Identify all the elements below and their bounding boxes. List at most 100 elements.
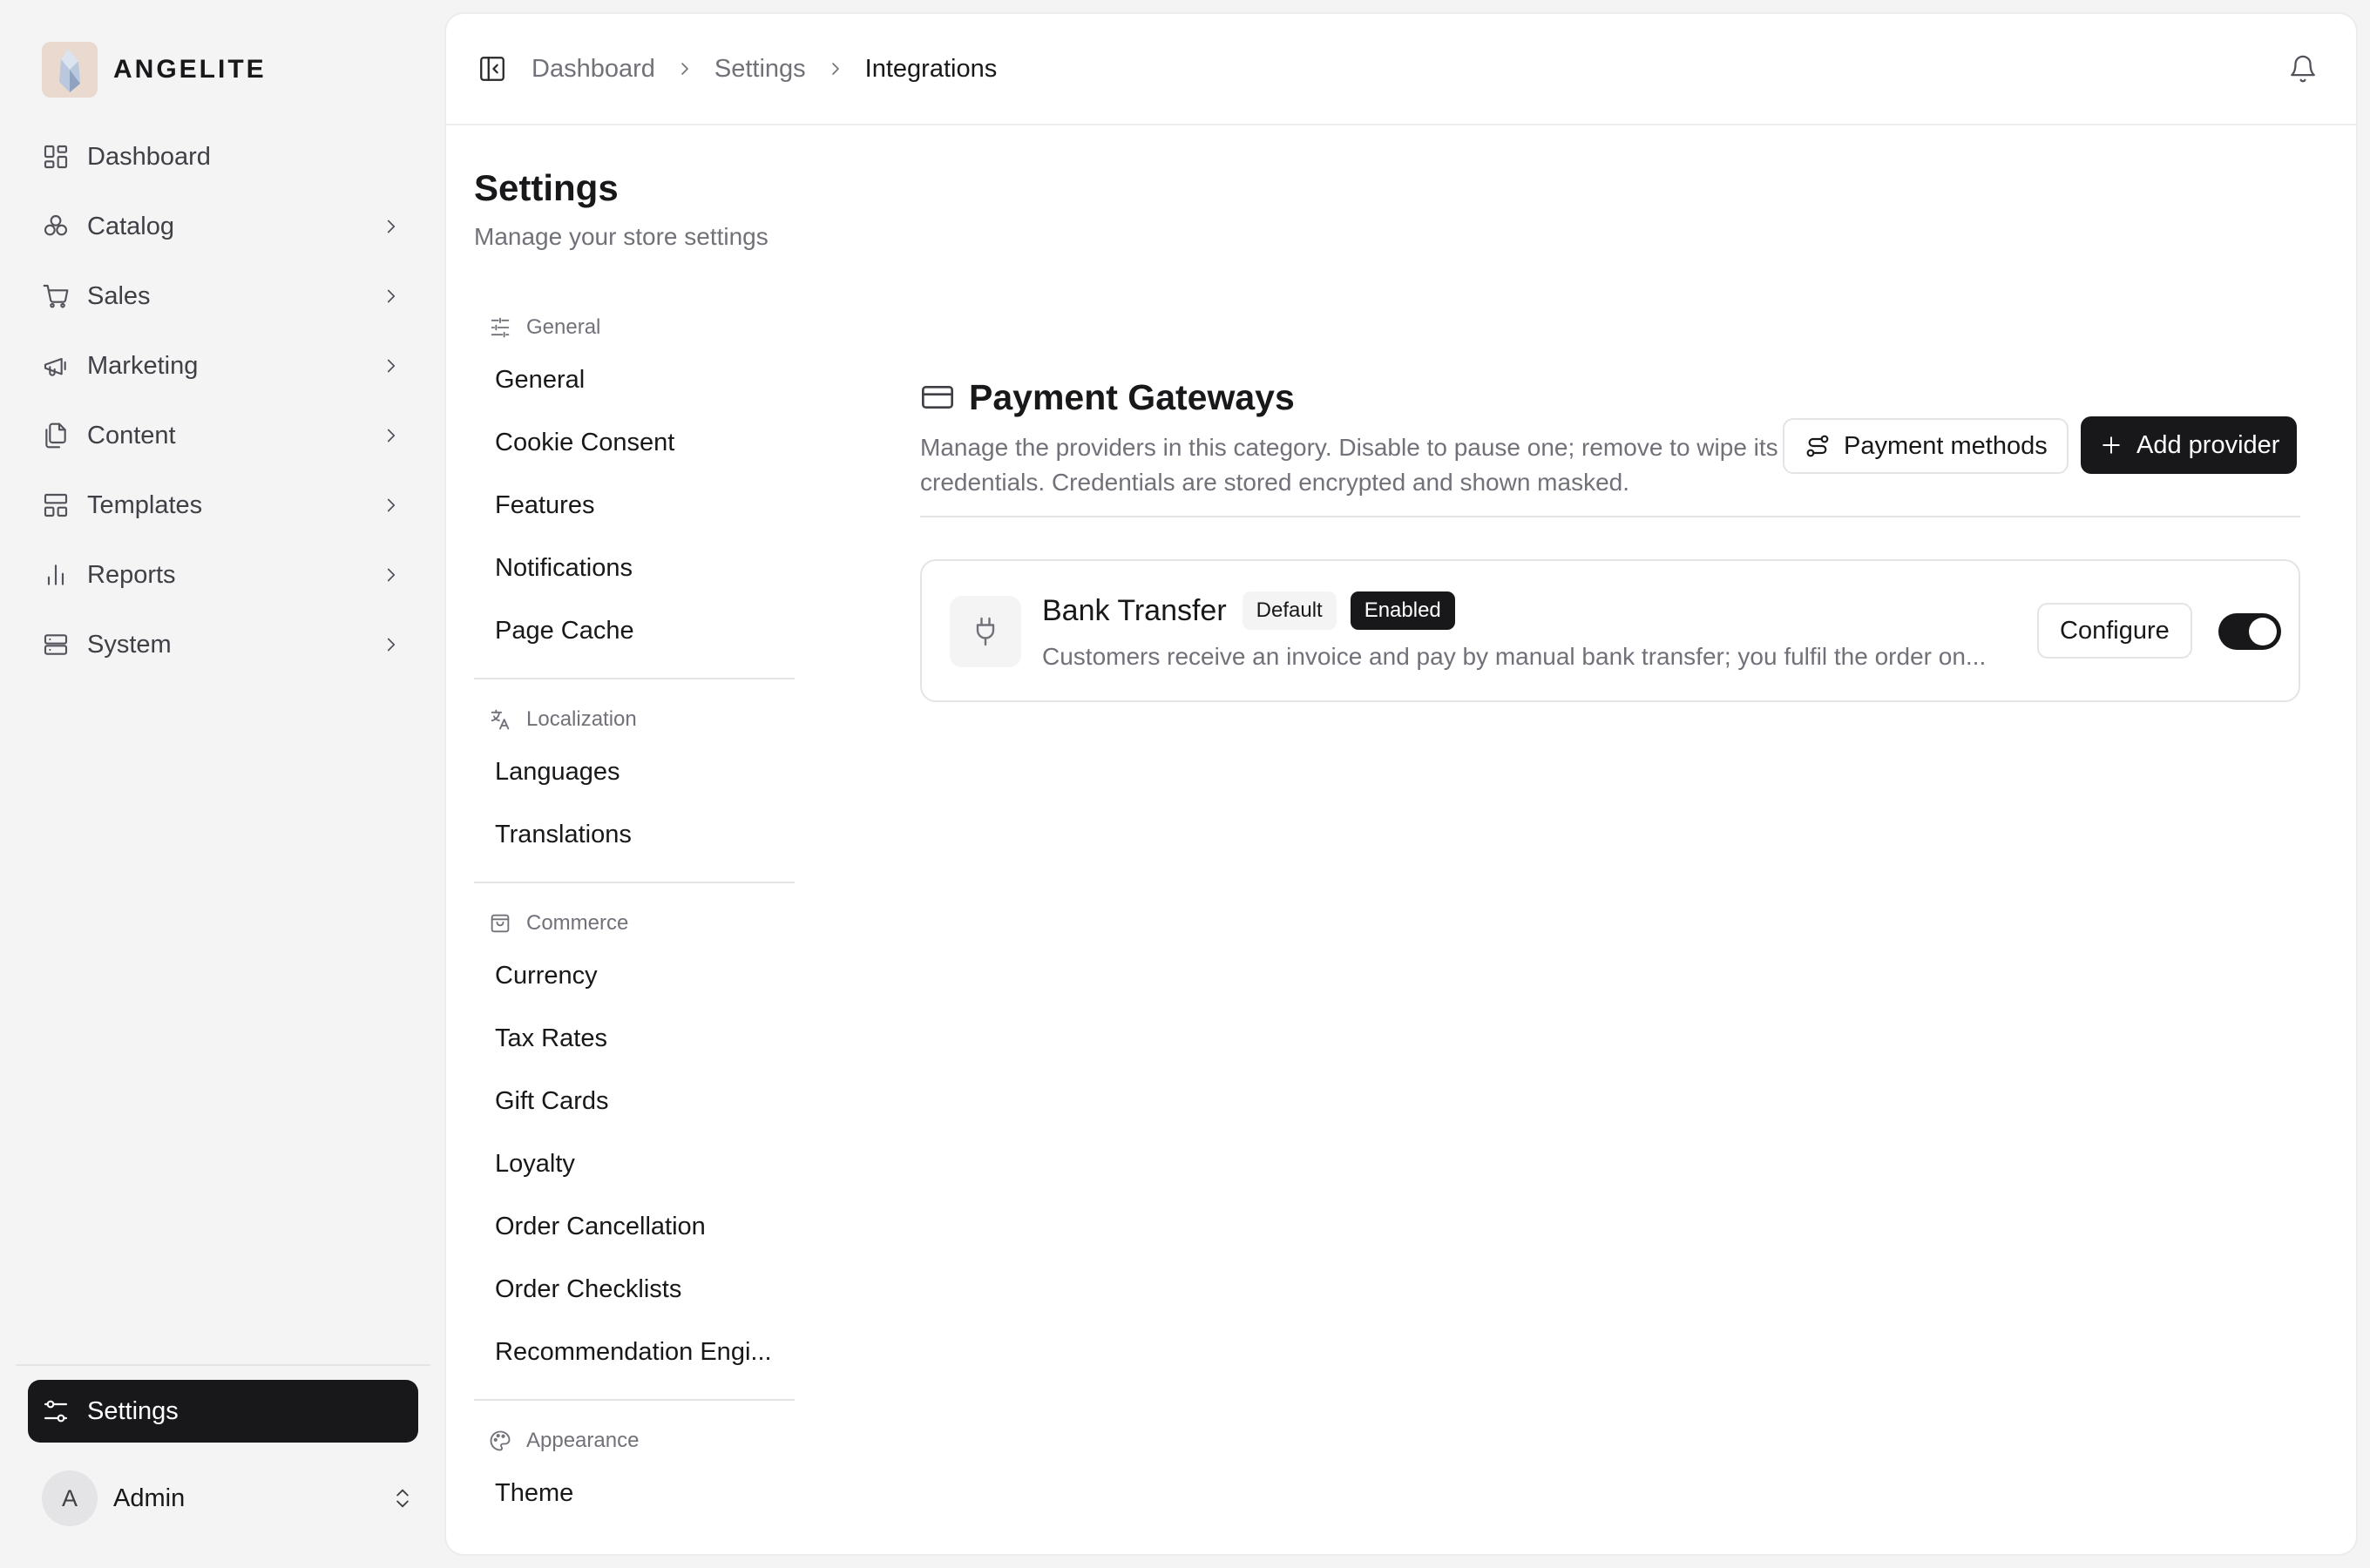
settings-item-translations[interactable]: Translations xyxy=(474,803,795,866)
settings-item-general[interactable]: General xyxy=(474,348,795,411)
section-divider xyxy=(920,516,2300,517)
sidebar-item-label: Reports xyxy=(87,560,176,589)
user-name: Admin xyxy=(113,1484,186,1512)
settings-group-heading: Commerce xyxy=(474,902,795,944)
page-subtitle: Manage your store settings xyxy=(474,223,769,250)
breadcrumb-settings[interactable]: Settings xyxy=(714,55,806,84)
bar-chart-icon xyxy=(47,564,64,585)
sliders-icon xyxy=(491,317,510,338)
configure-button[interactable]: Configure xyxy=(2037,603,2192,659)
megaphone-icon xyxy=(44,357,66,376)
settings-item-theme[interactable]: Theme xyxy=(474,1462,795,1524)
gateway-enabled-toggle[interactable] xyxy=(2218,613,2281,650)
breadcrumb-integrations: Integrations xyxy=(864,54,998,83)
brand[interactable]: ANGELITE xyxy=(42,42,267,98)
settings-item-order-cancellation[interactable]: Order Cancellation xyxy=(474,1195,795,1258)
settings-item-notifications[interactable]: Notifications xyxy=(474,537,795,599)
user-menu[interactable]: A Admin xyxy=(42,1470,416,1526)
chevron-right-icon xyxy=(387,359,396,373)
settings-item-order-checklists[interactable]: Order Checklists xyxy=(474,1258,795,1321)
settings-sliders-icon xyxy=(44,1400,68,1423)
gateway-name: Bank Transfer xyxy=(1042,593,1227,627)
cart-icon xyxy=(43,284,69,308)
settings-item-recommendation-engine[interactable]: Recommendation Engi... xyxy=(474,1321,795,1383)
sidebar-item-label: System xyxy=(87,630,172,659)
settings-group-localization: Localization Languages Translations xyxy=(474,699,795,883)
sidebar-item-catalog[interactable]: Catalog xyxy=(28,192,416,261)
sidebar-item-system[interactable]: System xyxy=(28,610,416,679)
default-badge: Default xyxy=(1242,591,1337,630)
settings-item-currency[interactable]: Currency xyxy=(474,944,795,1007)
settings-group-heading: Localization xyxy=(474,699,795,740)
gateway-description: Customers receive an invoice and pay by … xyxy=(1042,643,1987,670)
dashboard-icon xyxy=(44,145,68,169)
chevron-right-icon xyxy=(387,498,396,512)
sidebar-item-content[interactable]: Content xyxy=(28,401,416,470)
settings-group-label: Localization xyxy=(526,707,637,731)
payment-methods-button[interactable]: Payment methods xyxy=(1783,418,2069,474)
credit-card-icon xyxy=(922,386,953,409)
settings-item-gift-cards[interactable]: Gift Cards xyxy=(474,1070,795,1132)
chevron-right-icon xyxy=(387,220,396,233)
files-icon xyxy=(45,422,66,449)
palette-icon xyxy=(490,1430,511,1451)
sidebar-item-settings[interactable]: Settings xyxy=(28,1380,418,1443)
sidebar-item-marketing[interactable]: Marketing xyxy=(28,331,416,401)
chevron-right-icon xyxy=(681,63,688,75)
chevron-right-icon xyxy=(387,429,396,443)
settings-item-loyalty[interactable]: Loyalty xyxy=(474,1132,795,1195)
settings-group-heading: General xyxy=(474,307,795,348)
shopping-bag-icon xyxy=(491,914,510,933)
plug-icon xyxy=(976,617,995,646)
section-description: Manage the providers in this category. D… xyxy=(920,434,1778,496)
catalog-icon xyxy=(44,214,68,236)
toggle-knob xyxy=(2249,618,2277,645)
chevron-right-icon xyxy=(387,289,396,303)
settings-group-appearance: Appearance Theme xyxy=(474,1420,795,1540)
sidebar-item-label: Catalog xyxy=(87,212,174,240)
sidebar-item-label: Settings xyxy=(87,1396,179,1425)
settings-item-languages[interactable]: Languages xyxy=(474,740,795,803)
sidebar-toggle-icon[interactable] xyxy=(477,54,507,84)
gateway-icon xyxy=(950,596,1021,667)
settings-group-heading: Appearance xyxy=(474,1420,795,1462)
sidebar-item-reports[interactable]: Reports xyxy=(28,540,416,610)
sidebar-item-sales[interactable]: Sales xyxy=(28,261,416,331)
settings-group-commerce: Commerce Currency Tax Rates Gift Cards L… xyxy=(474,902,795,1401)
bell-icon[interactable] xyxy=(2288,54,2318,84)
add-provider-button[interactable]: Add provider xyxy=(2081,416,2298,474)
settings-group-label: Appearance xyxy=(526,1429,640,1452)
settings-item-tax-rates[interactable]: Tax Rates xyxy=(474,1007,795,1070)
payment-methods-label: Payment methods xyxy=(1844,431,2048,460)
settings-item-features[interactable]: Features xyxy=(474,474,795,537)
settings-group-general: General General Cookie Consent Features … xyxy=(474,307,795,679)
chevrons-up-down-icon xyxy=(396,1489,409,1508)
sidebar-divider xyxy=(16,1364,430,1366)
section-title: Payment Gateways xyxy=(920,373,2300,422)
settings-nav: General General Cookie Consent Features … xyxy=(474,307,795,1559)
payment-gateways-header: Payment Gateways Manage the providers in… xyxy=(920,373,2300,500)
settings-item-cookie-consent[interactable]: Cookie Consent xyxy=(474,411,795,474)
section-title-text: Payment Gateways xyxy=(969,376,1295,417)
brand-name: ANGELITE xyxy=(113,55,267,84)
brand-logo xyxy=(42,42,98,98)
sidebar-item-dashboard[interactable]: Dashboard xyxy=(28,122,416,192)
gateway-card-bank-transfer: Bank Transfer Default Enabled Customers … xyxy=(920,559,2300,702)
plus-icon xyxy=(2103,436,2120,454)
sidebar-nav: Dashboard Catalog Sales Marketing Conten… xyxy=(28,122,416,679)
breadcrumb: Dashboard Settings Integrations xyxy=(532,55,997,84)
layout-icon xyxy=(44,493,68,517)
sidebar-item-label: Content xyxy=(87,421,176,449)
translate-icon xyxy=(491,709,510,730)
settings-group-label: General xyxy=(526,315,601,339)
avatar: A xyxy=(42,1470,98,1526)
chevron-right-icon xyxy=(387,638,396,652)
settings-item-page-cache[interactable]: Page Cache xyxy=(474,599,795,662)
main-panel: Dashboard Settings Integrations Settings… xyxy=(446,14,2356,1554)
chevron-right-icon xyxy=(387,568,396,582)
top-bar: Dashboard Settings Integrations xyxy=(446,14,2356,125)
breadcrumb-dashboard[interactable]: Dashboard xyxy=(532,55,655,84)
page-title: Settings xyxy=(474,167,619,208)
gateway-name-row: Bank Transfer Default Enabled xyxy=(1042,591,1455,631)
sidebar-item-templates[interactable]: Templates xyxy=(28,470,416,540)
